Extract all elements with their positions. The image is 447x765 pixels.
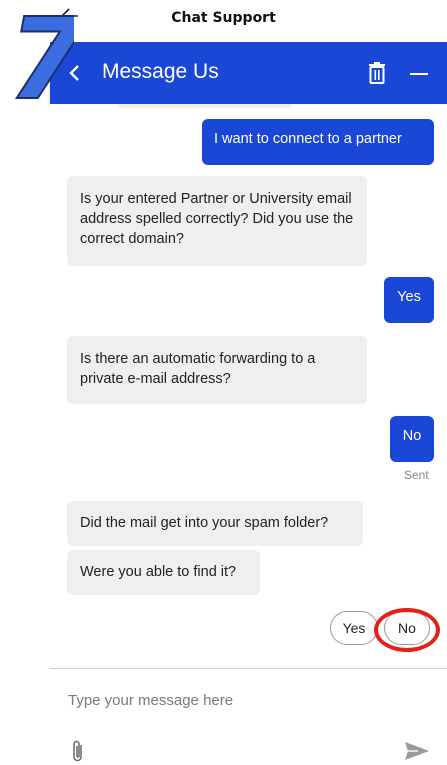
message-status: Sent [404, 468, 429, 482]
quick-reply-no-button[interactable]: No [384, 611, 430, 645]
user-message: I want to connect to a partner [202, 119, 434, 165]
user-message: Yes [384, 277, 434, 323]
step-number-badge: 7 [7, 6, 74, 106]
bot-message: Were you able to find it? [67, 550, 260, 595]
chat-transcript[interactable]: I want to connect to a partner Is your e… [50, 104, 447, 666]
minimize-icon[interactable] [408, 64, 430, 84]
trash-icon[interactable] [366, 61, 388, 85]
quick-reply-yes-button[interactable]: Yes [330, 611, 378, 645]
bot-message: Did the mail get into your spam folder? [67, 501, 363, 546]
user-message: No [390, 416, 434, 462]
bot-message: Is your entered Partner or University em… [67, 176, 367, 266]
composer-divider [50, 668, 447, 669]
paperclip-icon[interactable] [70, 738, 86, 764]
bot-message: Is there an automatic forwarding to a pr… [67, 336, 367, 404]
previous-message-edge [118, 104, 292, 108]
chat-header-title: Message Us [102, 60, 219, 83]
chat-header: Message Us [50, 42, 447, 104]
message-input[interactable] [68, 688, 428, 712]
send-icon[interactable] [404, 741, 430, 761]
step-number: 7 [8, 6, 74, 106]
